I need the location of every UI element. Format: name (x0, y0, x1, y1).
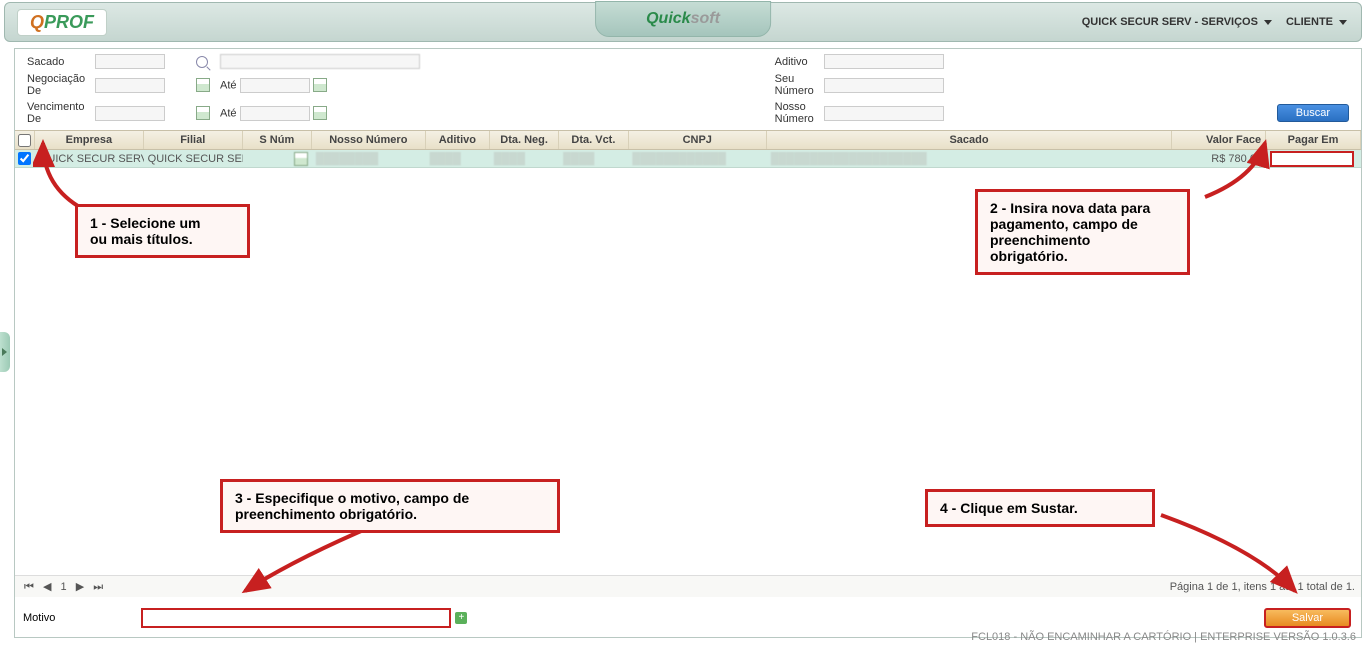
label-ate-2: Até (220, 107, 237, 119)
logo-prof: PROF (44, 12, 94, 32)
buscar-button[interactable]: Buscar (1277, 104, 1349, 122)
col-filial[interactable]: Filial (144, 131, 243, 149)
brand-quick: Quick (646, 10, 690, 27)
select-all-checkbox[interactable] (18, 134, 31, 147)
arrow-4 (1155, 509, 1305, 599)
calendar-icon[interactable] (196, 106, 210, 120)
cell-sacado: ████████████████████ (767, 150, 1172, 167)
plus-icon[interactable]: + (455, 612, 467, 624)
pager-first[interactable]: ⏮ (24, 581, 34, 593)
nosso-numero-input[interactable] (824, 106, 944, 121)
callout-4: 4 - Clique em Sustar. (925, 489, 1155, 527)
vencimento-de-input[interactable] (95, 106, 165, 121)
row-checkbox[interactable] (18, 152, 31, 165)
label-vencimento-de: Vencimento De (23, 100, 89, 126)
col-cnpj[interactable]: CNPJ (629, 131, 767, 149)
seu-numero-input[interactable] (824, 78, 944, 93)
negociacao-de-input[interactable] (95, 78, 165, 93)
label-aditivo: Aditivo (771, 53, 818, 70)
calendar-icon[interactable] (313, 106, 327, 120)
col-nosso-numero[interactable]: Nosso Número (312, 131, 426, 149)
logo-q: Q (30, 12, 44, 32)
col-snum[interactable]: S Núm (243, 131, 312, 149)
pager-next[interactable]: ▶ (76, 581, 84, 593)
content-panel: Sacado Aditivo Negociação De Até Seu Núm… (14, 48, 1362, 638)
cell-nosso: ████████ (312, 150, 426, 167)
brand-soft: soft (691, 10, 720, 27)
salvar-button[interactable]: Salvar (1264, 608, 1351, 628)
pagar-em-input[interactable] (1270, 151, 1354, 167)
col-aditivo[interactable]: Aditivo (426, 131, 490, 149)
label-sacado: Sacado (23, 53, 89, 70)
motivo-input[interactable] (141, 608, 451, 628)
cell-snum (243, 150, 312, 167)
table-row[interactable]: QUICK SECUR SERV QUICK SECUR SERV ██████… (15, 150, 1361, 168)
label-negociacao-de: Negociação De (23, 72, 89, 98)
col-dta-vct[interactable]: Dta. Vct. (559, 131, 628, 149)
footer-version: FCL018 - NÃO ENCAMINHAR A CARTÓRIO | ENT… (971, 631, 1356, 643)
col-sacado[interactable]: Sacado (767, 131, 1172, 149)
label-seu-numero: Seu Número (771, 72, 818, 98)
motivo-row: Motivo + Salvar (15, 601, 1361, 635)
sacado-name-input[interactable] (220, 54, 420, 69)
pager-prev[interactable]: ◀ (43, 581, 51, 593)
negociacao-ate-input[interactable] (240, 78, 310, 93)
arrow-2 (1195, 137, 1275, 207)
grid-header: Empresa Filial S Núm Nosso Número Aditiv… (15, 130, 1361, 150)
cell-filial: QUICK SECUR SERV (144, 150, 243, 167)
label-ate: Até (220, 79, 237, 91)
logo: QPROF (17, 9, 107, 36)
dropdown-icon[interactable] (1264, 20, 1272, 25)
sacado-code-input[interactable] (95, 54, 165, 69)
filter-panel: Sacado Aditivo Negociação De Até Seu Núm… (15, 49, 1361, 130)
aditivo-input[interactable] (824, 54, 944, 69)
header-bar: QPROF Quicksoft QUICK SECUR SERV - SERVI… (4, 2, 1362, 42)
sidebar-expand-tab[interactable] (0, 332, 10, 372)
label-nosso-numero: Nosso Número (771, 100, 818, 126)
callout-2: 2 - Insira nova data para pagamento, cam… (975, 189, 1190, 275)
col-dta-neg[interactable]: Dta. Neg. (490, 131, 559, 149)
cell-dta-vct: ████ (559, 150, 628, 167)
calendar-icon[interactable] (196, 78, 210, 92)
pager-last[interactable]: ⏭ (93, 581, 103, 593)
label-motivo: Motivo (23, 612, 55, 624)
pager-controls: ⏮ ◀ 1 ▶ ⏭ (21, 580, 106, 594)
cell-dta-neg: ████ (490, 150, 559, 167)
calendar-icon[interactable] (313, 78, 327, 92)
cell-cnpj: ████████████ (628, 150, 766, 167)
search-icon[interactable] (196, 56, 208, 68)
callout-3: 3 - Especifique o motivo, campo de preen… (220, 479, 560, 533)
header-right: QUICK SECUR SERV - SERVIÇOS CLIENTE (1082, 16, 1347, 28)
callout-1: 1 - Selecione um ou mais títulos. (75, 204, 250, 258)
header-client[interactable]: CLIENTE (1286, 16, 1333, 28)
header-service-name[interactable]: QUICK SECUR SERV - SERVIÇOS (1082, 16, 1258, 28)
vencimento-ate-input[interactable] (240, 106, 310, 121)
col-pagar-em[interactable]: Pagar Em (1266, 131, 1361, 149)
cell-aditivo: ████ (426, 150, 490, 167)
calendar-icon[interactable] (294, 152, 308, 166)
dropdown-icon[interactable] (1339, 20, 1347, 25)
pager-page: 1 (61, 581, 67, 593)
header-brand: Quicksoft (595, 1, 771, 37)
